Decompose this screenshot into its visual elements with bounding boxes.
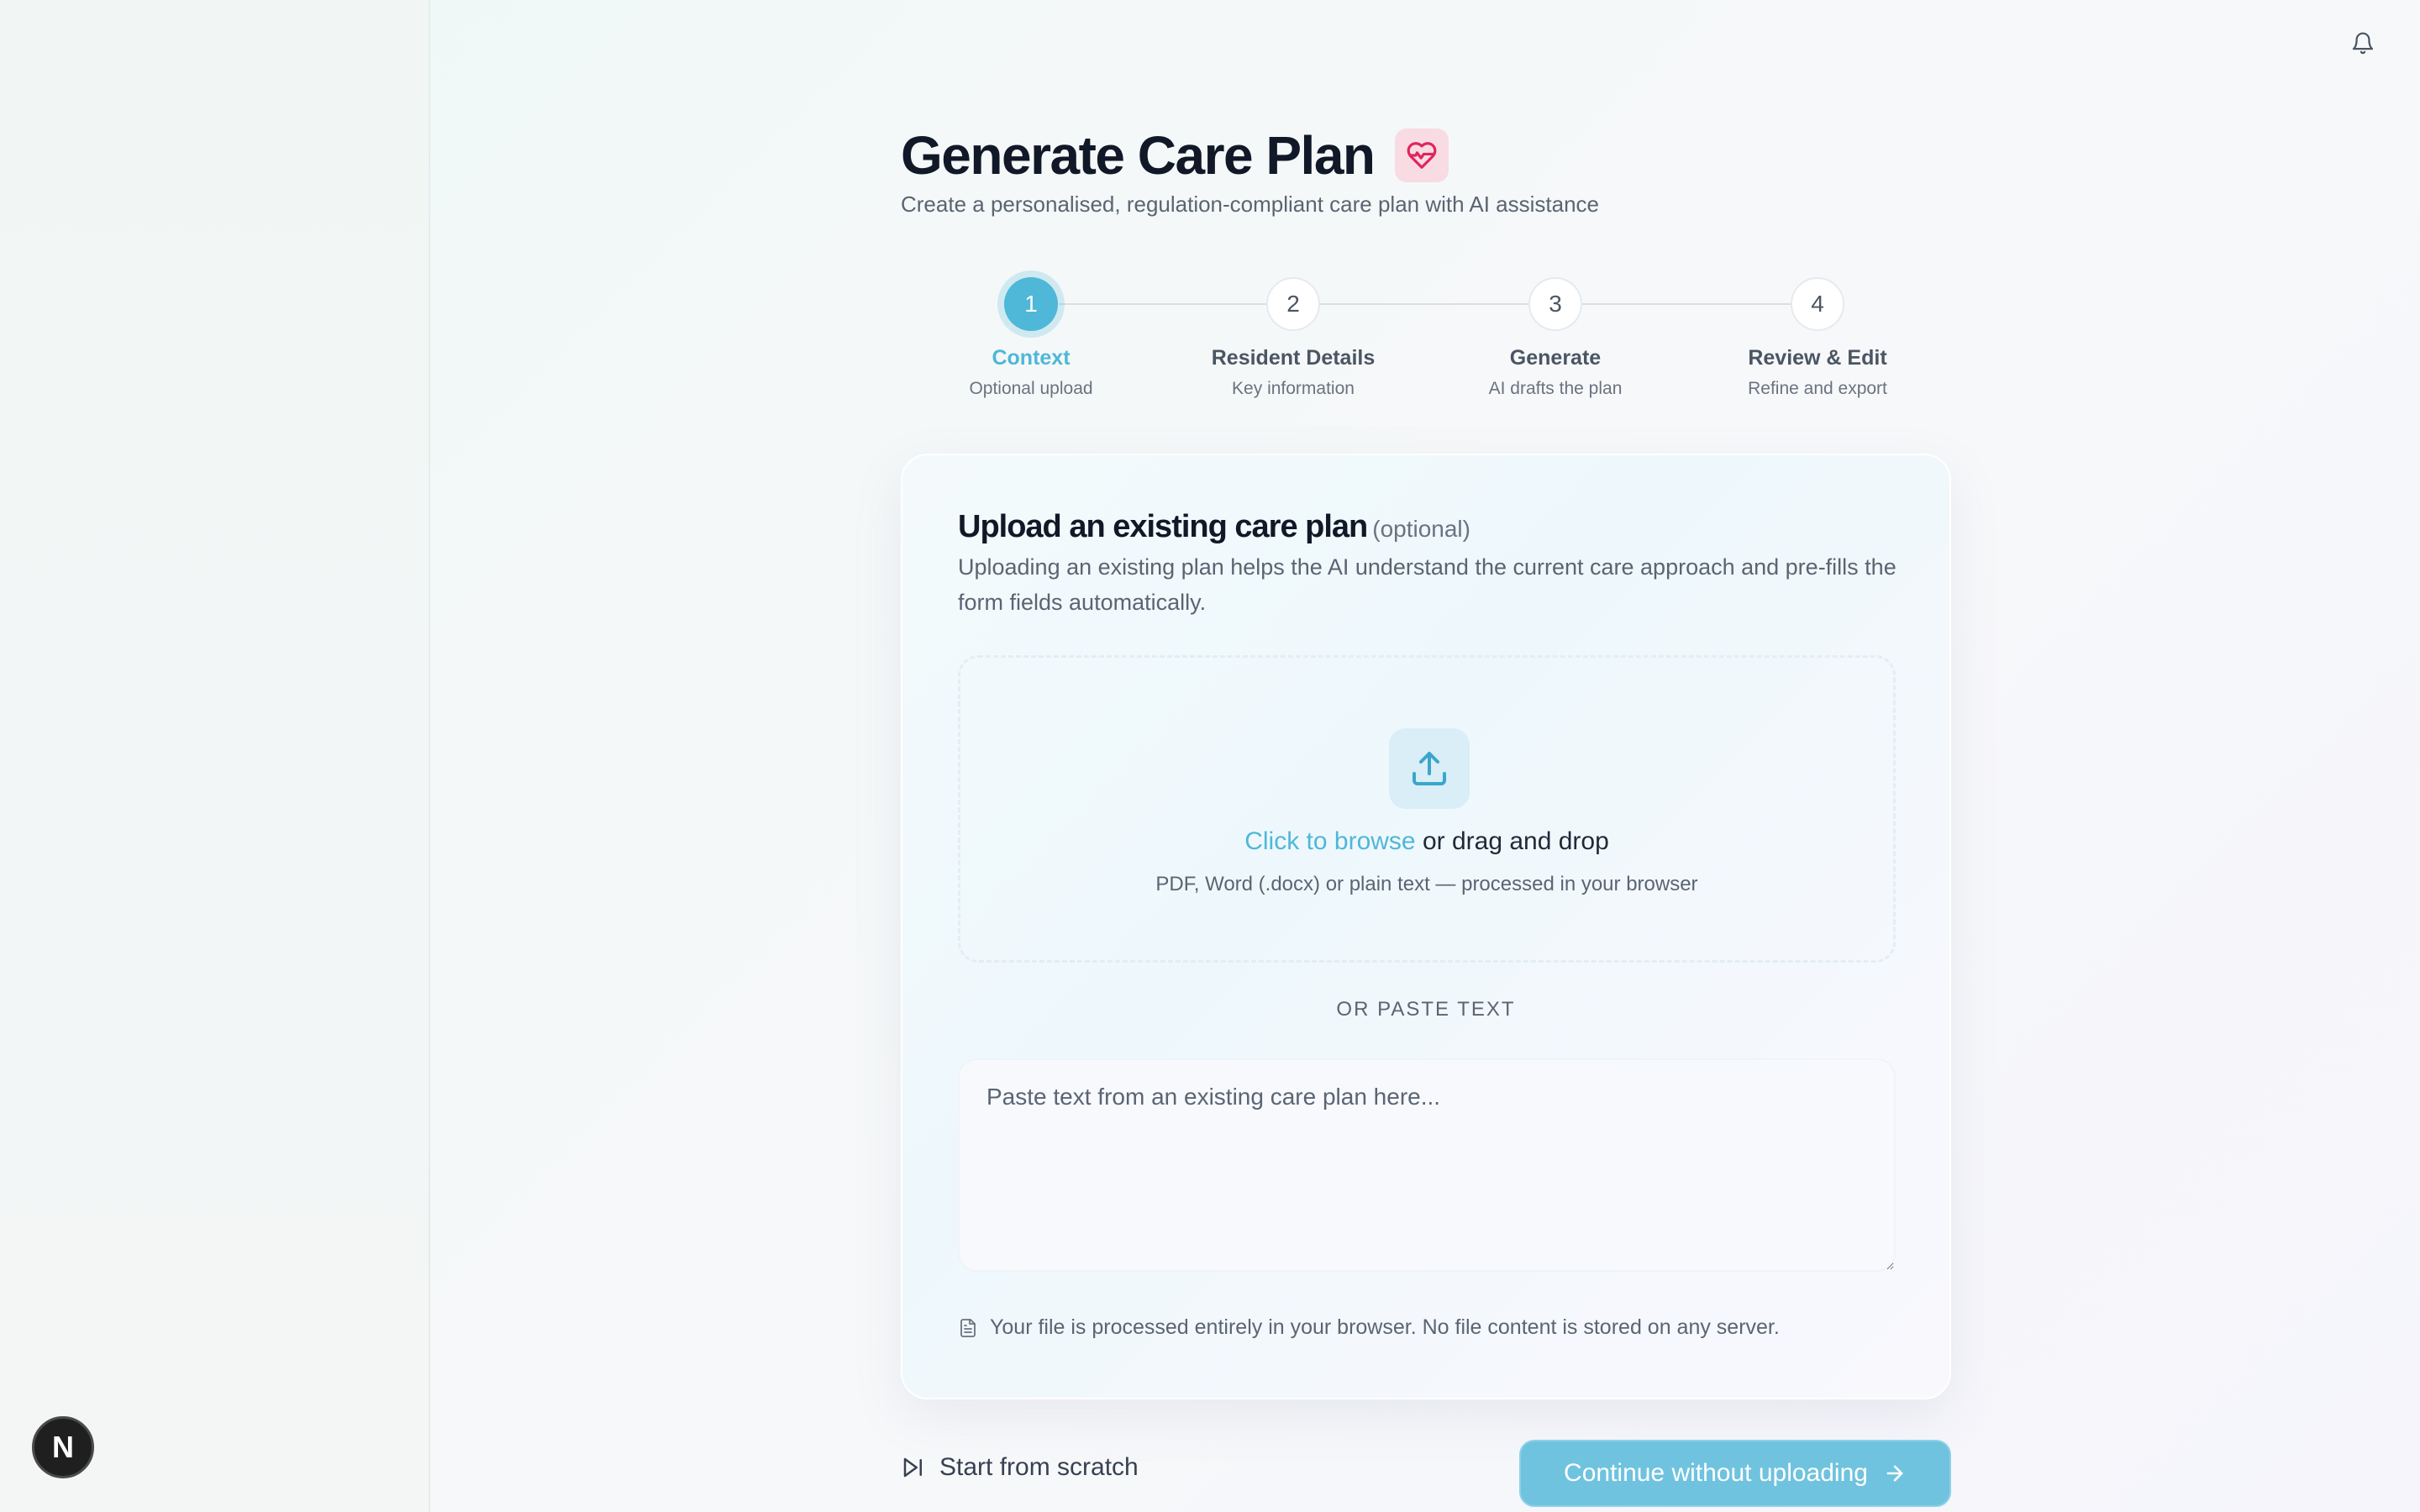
step-sub: Refine and export xyxy=(1748,379,1887,398)
step-number: 1 xyxy=(1004,277,1058,331)
step-generate[interactable]: 3 Generate AI drafts the plan xyxy=(1429,274,1681,399)
start-from-scratch-button[interactable]: Start from scratch xyxy=(901,1453,1139,1482)
continue-label: Continue without uploading xyxy=(1564,1459,1868,1487)
card-title-optional: (optional) xyxy=(1372,516,1470,542)
skip-forward-icon xyxy=(901,1455,926,1480)
privacy-note: Your file is processed entirely in your … xyxy=(958,1315,1780,1340)
card-description: Uploading an existing plan helps the AI … xyxy=(958,554,1897,615)
paste-text-area[interactable] xyxy=(958,1058,1896,1272)
page-title: Generate Care Plan xyxy=(901,125,1376,186)
step-number: 3 xyxy=(1528,277,1582,331)
step-number: 2 xyxy=(1266,277,1320,331)
dropzone-text: Click to browse or drag and drop xyxy=(960,827,1893,856)
stepper: 1 Context Optional upload 2 Resident Det… xyxy=(901,274,1951,408)
upload-icon xyxy=(1389,728,1470,809)
drag-drop-text: or drag and drop xyxy=(1415,827,1609,855)
step-resident-details[interactable]: 2 Resident Details Key information xyxy=(1167,274,1419,399)
step-sub: AI drafts the plan xyxy=(1488,379,1623,398)
file-dropzone[interactable]: Click to browse or drag and drop PDF, Wo… xyxy=(958,655,1896,963)
step-label: Review & Edit xyxy=(1748,346,1887,370)
upload-card: Upload an existing care plan (optional) U… xyxy=(901,454,1951,1399)
step-review-edit[interactable]: 4 Review & Edit Refine and export xyxy=(1691,274,1944,399)
step-label: Generate xyxy=(1509,346,1602,370)
dev-tools-badge-letter: N xyxy=(52,1430,74,1464)
card-title-text: Upload an existing care plan xyxy=(958,509,1368,544)
step-label: Context xyxy=(992,346,1071,370)
continue-without-uploading-button[interactable]: Continue without uploading xyxy=(1519,1440,1951,1507)
or-paste-divider: OR PASTE TEXT xyxy=(1336,998,1516,1021)
step-sub: Optional upload xyxy=(969,379,1093,398)
title-row: Generate Care Plan xyxy=(901,124,1449,186)
sidebar xyxy=(0,0,430,1512)
document-icon xyxy=(958,1316,978,1340)
browse-link[interactable]: Click to browse xyxy=(1244,827,1415,855)
step-context[interactable]: 1 Context Optional upload xyxy=(905,274,1157,399)
page-subtitle: Create a personalised, regulation-compli… xyxy=(901,192,1600,217)
step-number: 4 xyxy=(1791,277,1844,331)
heart-pulse-icon xyxy=(1394,129,1449,182)
notifications-button[interactable] xyxy=(2346,27,2380,60)
step-label: Resident Details xyxy=(1211,346,1376,370)
start-from-scratch-label: Start from scratch xyxy=(939,1453,1139,1481)
bell-icon xyxy=(2350,30,2375,57)
dropzone-hint: PDF, Word (.docx) or plain text — proces… xyxy=(1155,873,1698,895)
dev-tools-badge[interactable]: N xyxy=(32,1416,94,1478)
arrow-right-icon xyxy=(1883,1462,1907,1485)
privacy-note-text: Your file is processed entirely in your … xyxy=(990,1315,1780,1339)
step-sub: Key information xyxy=(1232,379,1355,398)
card-title: Upload an existing care plan (optional) xyxy=(958,509,1470,545)
